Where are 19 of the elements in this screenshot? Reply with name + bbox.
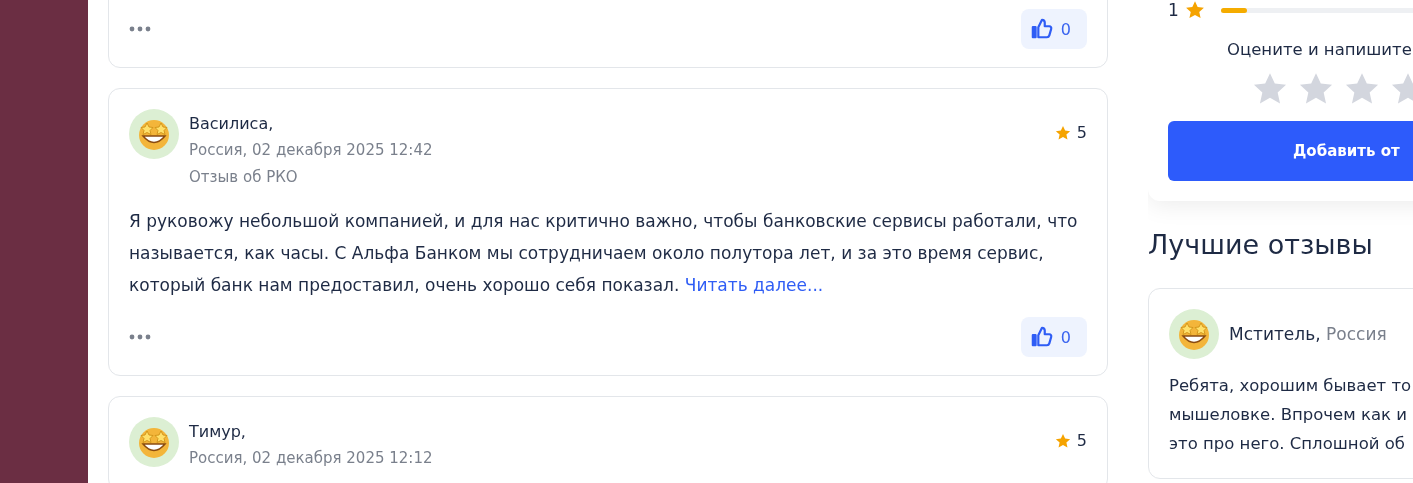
review-author: Василиса,	[189, 113, 275, 135]
review-subject: Отзыв об РКО	[189, 167, 299, 188]
review-author: Мститель, Россия	[1229, 324, 1387, 344]
read-more-link[interactable]: Читать далее...	[684, 275, 824, 295]
review-meta: Россия, 02 декабря 2025 12:42	[189, 140, 434, 161]
add-review-button[interactable]: Добавить от	[1168, 121, 1413, 181]
review-text-line: мышеловке. Впрочем как и	[1169, 404, 1408, 426]
review-meta: Россия, 02 декабря 2025 12:12	[189, 448, 434, 469]
review-text: Я руковожу небольшой компанией, и для нас критично важно, чтобы банковские сервисы работали, что называется, как часы. С Альфа Банком мы сотрудничаем около полутора лет, и за это время сервис, который банк нам предоставил, очень хорошо себя показал. Читать далее...	[129, 210, 1079, 297]
review-rating: 5	[1076, 431, 1087, 450]
rate-prompt: Оцените и напишите	[1227, 40, 1412, 59]
review-rating: 5	[1076, 123, 1087, 142]
rating-bar-label: 1	[1168, 0, 1179, 20]
review-text-line: Ребята, хорошим бывает то	[1169, 375, 1413, 397]
review-text-line: это про него. Сплошной об	[1169, 433, 1406, 455]
review-author: Тимур,	[189, 421, 247, 443]
like-button[interactable]: 0	[1020, 317, 1087, 357]
like-button[interactable]: 0	[1020, 9, 1087, 49]
section-title: Лучшие отзывы	[1148, 229, 1374, 260]
